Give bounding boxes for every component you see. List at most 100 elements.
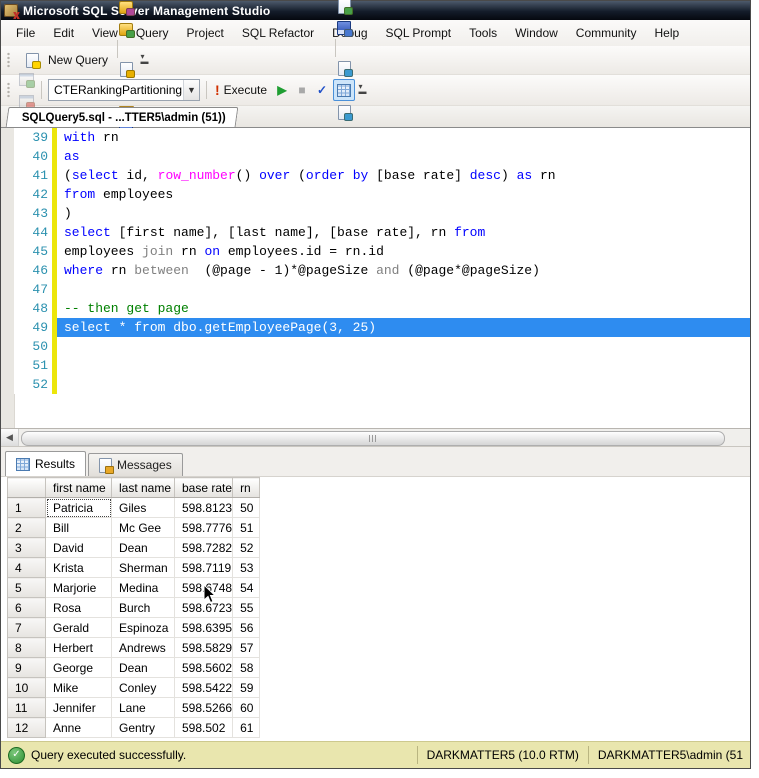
column-header-first-name[interactable]: first name xyxy=(45,477,112,498)
new-analysis-dmx-query-icon[interactable] xyxy=(115,0,137,18)
toolbar-grip[interactable] xyxy=(6,52,11,68)
include-client-statistics-icon[interactable] xyxy=(333,0,355,17)
grid-cell[interactable]: 60 xyxy=(232,697,261,718)
results-to-grid-icon[interactable] xyxy=(333,79,356,101)
menu-file[interactable]: File xyxy=(7,23,44,43)
menu-window[interactable]: Window xyxy=(506,23,567,43)
tab-messages[interactable]: Messages xyxy=(88,453,183,476)
grid-cell[interactable]: 59 xyxy=(232,677,261,698)
tab-results[interactable]: Results xyxy=(5,451,87,476)
menu-help[interactable]: Help xyxy=(645,23,688,43)
grid-cell[interactable]: 598.7119 xyxy=(174,557,234,578)
row-header[interactable]: 11 xyxy=(7,697,46,718)
grid-cell[interactable]: 598.6723 xyxy=(174,597,234,618)
grid-cell[interactable]: 598.5829 xyxy=(174,637,234,658)
grid-cell[interactable]: Conley xyxy=(111,677,175,698)
new-compact-query-icon[interactable] xyxy=(115,58,137,80)
grid-cell[interactable]: 598.5266 xyxy=(174,697,234,718)
grid-cell[interactable]: 598.7282 xyxy=(174,537,234,558)
scrollbar-track[interactable] xyxy=(19,429,750,446)
grid-cell[interactable]: 51 xyxy=(232,517,261,538)
menu-community[interactable]: Community xyxy=(567,23,646,43)
results-grid[interactable]: first name last name base rate rn 1 Patricia G… xyxy=(7,477,261,738)
grid-cell[interactable]: 50 xyxy=(232,497,261,518)
menu-sql-refactor[interactable]: SQL Refactor xyxy=(233,23,323,43)
grid-cell[interactable]: 598.502 xyxy=(174,717,234,738)
column-header-rn[interactable]: rn xyxy=(232,477,261,498)
scroll-left-icon[interactable]: ◀ xyxy=(1,429,19,446)
code-line-39[interactable]: 39 with rn xyxy=(1,128,750,147)
row-header[interactable]: 12 xyxy=(7,717,46,738)
row-header[interactable]: 5 xyxy=(7,577,46,598)
grid-cell[interactable]: Herbert xyxy=(45,637,112,658)
grid-cell[interactable]: George xyxy=(45,657,112,678)
grid-cell[interactable]: Mc Gee xyxy=(111,517,175,538)
column-header-base-rate[interactable]: base rate xyxy=(174,477,234,498)
grid-cell[interactable]: Rosa xyxy=(45,597,112,618)
grid-cell[interactable]: 57 xyxy=(232,637,261,658)
code-line-42[interactable]: 42 from employees xyxy=(1,185,750,204)
code-line-48[interactable]: 48 -- then get page xyxy=(1,299,750,318)
grid-cell[interactable]: Medina xyxy=(111,577,175,598)
grid-cell[interactable]: Patricia xyxy=(45,497,112,518)
grid-cell[interactable]: 55 xyxy=(232,597,261,618)
grid-cell[interactable]: Giles xyxy=(111,497,175,518)
toolbar-grip[interactable] xyxy=(6,82,11,98)
grid-cell[interactable]: Mike xyxy=(45,677,112,698)
grid-cell[interactable]: 52 xyxy=(232,537,261,558)
code-line-49[interactable]: 49 select * from dbo.getEmployeePage(3, 2… xyxy=(1,318,750,337)
grid-cell[interactable]: Krista xyxy=(45,557,112,578)
results-to-file-icon[interactable] xyxy=(333,101,355,123)
code-line-40[interactable]: 40 as xyxy=(1,147,750,166)
grid-cell[interactable]: 56 xyxy=(232,617,261,638)
scrollbar-thumb[interactable] xyxy=(21,430,725,446)
code-line-45[interactable]: 45 employees join rn on employees.id = rn… xyxy=(1,242,750,261)
grid-cell[interactable]: Espinoza xyxy=(111,617,175,638)
code-line-51[interactable]: 51 xyxy=(1,356,750,375)
grid-cell[interactable]: 53 xyxy=(232,557,261,578)
grid-corner-header[interactable] xyxy=(7,477,46,498)
column-header-last-name[interactable]: last name xyxy=(111,477,175,498)
row-header[interactable]: 7 xyxy=(7,617,46,638)
execute-button[interactable]: ! Execute xyxy=(210,81,272,99)
grid-cell[interactable]: Lane xyxy=(111,697,175,718)
editor-horizontal-scrollbar[interactable]: ◀ xyxy=(1,429,750,447)
code-line-52[interactable]: 52 xyxy=(1,375,750,394)
menu-tools[interactable]: Tools xyxy=(460,23,506,43)
grid-cell[interactable]: 61 xyxy=(232,717,261,738)
grid-cell[interactable]: Andrews xyxy=(111,637,175,658)
grid-cell[interactable]: 598.8123 xyxy=(174,497,234,518)
parse-button[interactable]: ✓ xyxy=(312,83,332,97)
code-line-43[interactable]: 43) xyxy=(1,204,750,223)
grid-cell[interactable]: Burch xyxy=(111,597,175,618)
code-line-44[interactable]: 44 select [first name], [last name], [bas… xyxy=(1,223,750,242)
row-header[interactable]: 1 xyxy=(7,497,46,518)
code-line-47[interactable]: 47 xyxy=(1,280,750,299)
grid-cell[interactable]: Gerald xyxy=(45,617,112,638)
new-analysis-xmla-query-icon[interactable] xyxy=(115,18,137,40)
grid-cell[interactable]: Jennifer xyxy=(45,697,112,718)
debug-button[interactable]: ▶ xyxy=(272,83,292,97)
grid-cell[interactable]: Dean xyxy=(111,657,175,678)
grid-cell[interactable]: Gentry xyxy=(111,717,175,738)
row-header[interactable]: 6 xyxy=(7,597,46,618)
menu-sql-prompt[interactable]: SQL Prompt xyxy=(377,23,461,43)
combobox-dropdown-icon[interactable]: ▼ xyxy=(183,80,199,100)
grid-cell[interactable]: 598.6395 xyxy=(174,617,234,638)
grid-cell[interactable]: Anne xyxy=(45,717,112,738)
sqlcmd-mode-icon[interactable] xyxy=(333,17,355,39)
grid-cell[interactable]: Dean xyxy=(111,537,175,558)
grid-cell[interactable]: 58 xyxy=(232,657,261,678)
row-header[interactable]: 2 xyxy=(7,517,46,538)
grid-cell[interactable]: David xyxy=(45,537,112,558)
grid-cell[interactable]: Bill xyxy=(45,517,112,538)
toolbar-overflow-button[interactable]: ▾ ▬ xyxy=(357,81,368,99)
sql-code-editor[interactable]: 39 with rn 40 as 41 (select id, row_number() … xyxy=(1,128,750,429)
grid-cell[interactable]: Sherman xyxy=(111,557,175,578)
results-to-text-icon[interactable] xyxy=(333,57,355,79)
row-header[interactable]: 9 xyxy=(7,657,46,678)
row-header[interactable]: 8 xyxy=(7,637,46,658)
grid-cell[interactable]: 54 xyxy=(232,577,261,598)
tab-sqlquery5[interactable]: SQLQuery5.sql - ...TTER5\admin (51)) xyxy=(5,107,239,127)
grid-cell[interactable]: 598.5422 xyxy=(174,677,234,698)
